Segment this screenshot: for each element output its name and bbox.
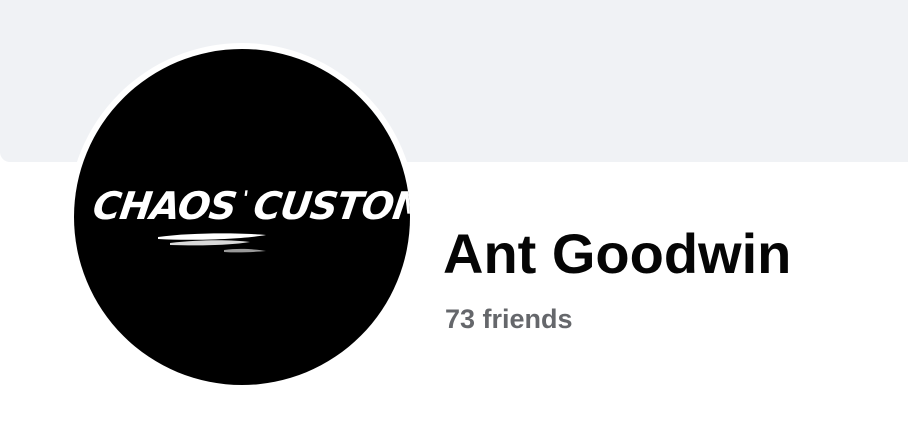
avatar-logo-text-left: CHAOS [90, 185, 239, 229]
svg-text:': ' [241, 186, 249, 210]
profile-avatar[interactable]: CHAOS ' CUSTOMZ [74, 49, 410, 385]
logo-underline-stroke [224, 248, 266, 253]
logo-underline-stroke [170, 240, 250, 246]
profile-name: Ant Goodwin [443, 222, 792, 285]
profile-header: CHAOS ' CUSTOMZ Ant Goodwin 73 friends [0, 0, 908, 422]
avatar-logo-text-right: CUSTOMZ [251, 185, 410, 229]
avatar-logo: CHAOS ' CUSTOMZ [90, 185, 410, 253]
logo-underline-stroke [158, 233, 266, 240]
friends-count-link[interactable]: 73 friends [445, 303, 573, 335]
